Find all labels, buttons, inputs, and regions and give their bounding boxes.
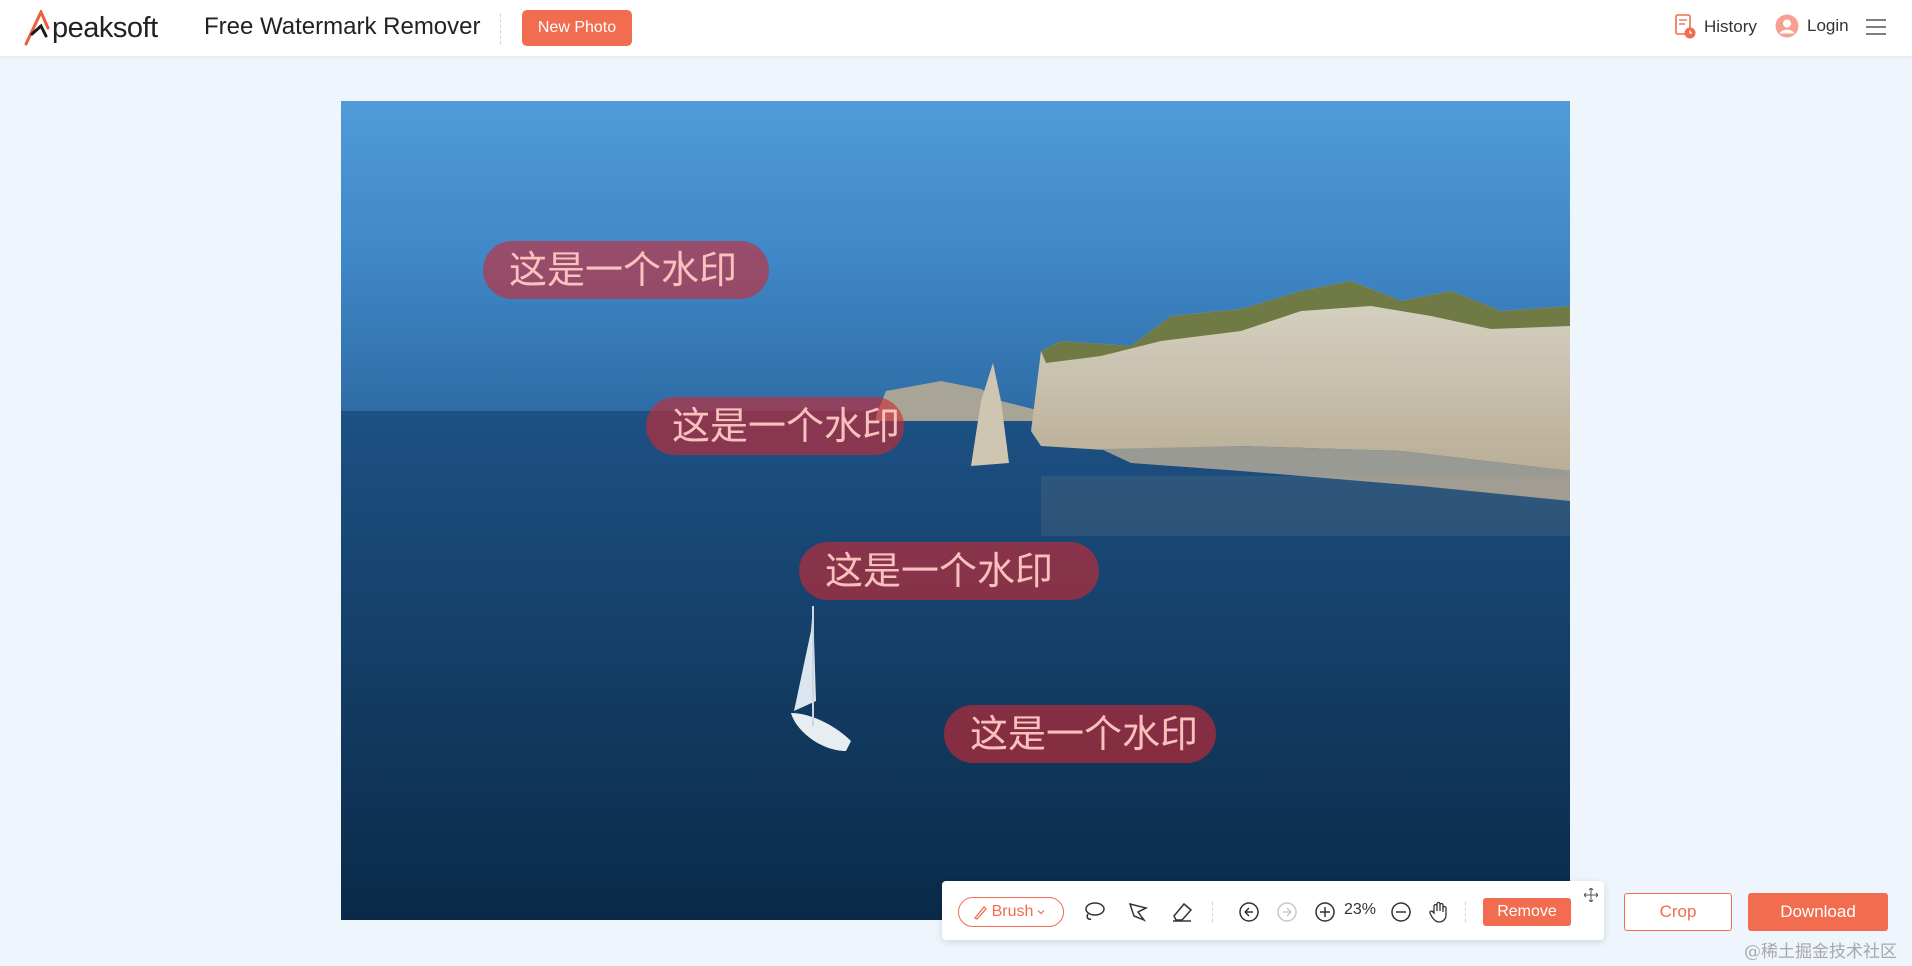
hamburger-menu-icon[interactable] (1866, 18, 1886, 36)
redo-icon[interactable] (1275, 900, 1299, 924)
zoom-in-icon[interactable] (1313, 900, 1337, 924)
app-logo[interactable]: peaksoft (24, 9, 158, 47)
toolbar-divider (1465, 902, 1466, 922)
watermark-highlight-3[interactable]: 这是一个水印 (799, 542, 1099, 600)
login-button[interactable]: Login (1775, 14, 1849, 38)
image-canvas[interactable]: 这是一个水印 这是一个水印 这是一个水印 这是一个水印 (341, 101, 1570, 920)
history-label: History (1704, 17, 1757, 36)
seascape-photo (341, 281, 1570, 920)
polygonal-lasso-icon[interactable] (1126, 900, 1150, 924)
zoom-level: 23% (1344, 901, 1377, 918)
user-avatar-icon (1775, 14, 1799, 38)
remove-button[interactable]: Remove (1483, 898, 1571, 926)
login-label: Login (1807, 16, 1849, 35)
history-icon (1675, 14, 1696, 39)
download-button[interactable]: Download (1748, 893, 1888, 931)
edit-toolbar: Brush 23% Remove (942, 881, 1604, 940)
toolbar-divider (1212, 902, 1213, 922)
logo-text: peaksoft (52, 11, 158, 44)
brush-tool-button[interactable]: Brush (958, 897, 1064, 927)
new-photo-button[interactable]: New Photo (522, 10, 632, 46)
zoom-out-icon[interactable] (1389, 900, 1413, 924)
header-divider (500, 14, 501, 44)
watermark-credit: @稀土掘金技术社区 (1744, 942, 1897, 962)
lasso-icon[interactable] (1082, 900, 1106, 924)
undo-icon[interactable] (1237, 900, 1261, 924)
brush-icon (973, 906, 987, 920)
hand-pan-icon[interactable] (1427, 900, 1451, 924)
eraser-icon[interactable] (1170, 900, 1194, 924)
top-bar: peaksoft Free Watermark Remover New Phot… (0, 0, 1912, 56)
watermark-highlight-1[interactable]: 这是一个水印 (483, 241, 769, 299)
chevron-down-icon (1037, 910, 1045, 915)
crop-button[interactable]: Crop (1624, 893, 1732, 931)
watermark-highlight-2[interactable]: 这是一个水印 (646, 397, 904, 455)
app-title: Free Watermark Remover (204, 13, 481, 40)
brush-label: Brush (991, 903, 1034, 920)
drag-move-icon[interactable] (1584, 888, 1598, 902)
watermark-highlight-4[interactable]: 这是一个水印 (944, 705, 1216, 763)
history-button[interactable]: History (1674, 14, 1757, 40)
